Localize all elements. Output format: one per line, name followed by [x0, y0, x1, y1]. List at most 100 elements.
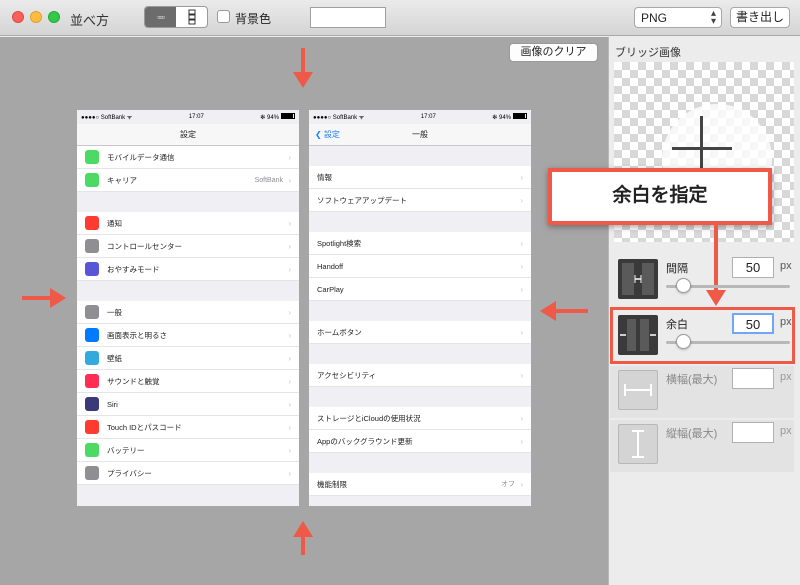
- setting-icon: [85, 173, 99, 187]
- spacing-unit: px: [780, 260, 792, 272]
- general-group-4: アクセシビリティ ›: [309, 364, 531, 387]
- chevron-right-icon: ›: [288, 468, 291, 478]
- vertical-layout-icon: [188, 9, 195, 25]
- close-window-button[interactable]: [12, 11, 24, 23]
- settings-row-label: コントロールセンター: [107, 241, 182, 251]
- settings-row: Handoff ›: [309, 255, 531, 278]
- settings-row: モバイルデータ通信 ›: [77, 146, 299, 169]
- setting-icon: [85, 216, 99, 230]
- screenshot-settings: ●●●●○ SoftBank ᯤ 17:07 ✻ 94% 設定 モバイルデータ通…: [77, 110, 299, 506]
- settings-row: ホームボタン ›: [309, 321, 531, 344]
- vertical-layout-button[interactable]: [176, 7, 207, 27]
- chevron-right-icon: ›: [288, 264, 291, 274]
- general-group-1: 情報 › ソフトウェアアップデート ›: [309, 166, 531, 212]
- max-width-unit: px: [780, 371, 792, 383]
- setting-icon: [85, 328, 99, 342]
- settings-row: 機能制限 オフ ›: [309, 473, 531, 496]
- general-group-5: ストレージとiCloudの使用状況 › Appのバックグラウンド更新 ›: [309, 407, 531, 453]
- settings-row-label: Spotlight検索: [317, 238, 362, 248]
- settings-row-label: サウンドと触覚: [107, 376, 160, 386]
- settings-row-label: おやすみモード: [107, 264, 160, 274]
- time-label: 17:07: [420, 114, 436, 120]
- chevron-right-icon: ›: [520, 195, 523, 205]
- setting-icon: [85, 466, 99, 480]
- layout-segmented-control[interactable]: ▫▫▫: [144, 6, 208, 28]
- max-width-label: 横幅(最大): [666, 374, 718, 386]
- background-color-checkbox[interactable]: [217, 10, 230, 23]
- settings-row-value: SoftBank: [254, 176, 283, 184]
- settings-row: サウンドと触覚 ›: [77, 370, 299, 393]
- setting-icon: [85, 397, 99, 411]
- setting-icon: [85, 420, 99, 434]
- setting-icon: [85, 374, 99, 388]
- settings-row-label: 通知: [107, 218, 122, 228]
- setting-icon: [85, 150, 99, 164]
- chevron-right-icon: ›: [520, 172, 523, 182]
- settings-row-label: プライバシー: [107, 468, 152, 478]
- chevron-right-icon: ›: [288, 399, 291, 409]
- settings-row-label: 壁紙: [107, 353, 122, 363]
- settings-group-notifications: 通知 › コントロールセンター › おやすみモード ›: [77, 212, 299, 281]
- clear-images-button[interactable]: 画像のクリア: [509, 43, 598, 62]
- chevron-right-icon: ›: [288, 307, 291, 317]
- settings-row: Spotlight検索 ›: [309, 232, 531, 255]
- nav-title: 設定: [180, 130, 196, 139]
- settings-row-label: CarPlay: [317, 284, 344, 294]
- settings-row-label: 機能制限: [317, 479, 347, 489]
- maximize-window-button[interactable]: [48, 11, 60, 23]
- settings-row: ソフトウェアアップデート ›: [309, 189, 531, 212]
- status-bar: ●●●●○ SoftBank ᯤ 17:07 ✻ 94%: [309, 110, 531, 124]
- max-height-input[interactable]: [732, 422, 774, 443]
- settings-row-label: 画面表示と明るさ: [107, 330, 167, 340]
- background-color-label: 背景色: [235, 12, 272, 26]
- nav-bar: 設定: [77, 124, 299, 146]
- max-width-input[interactable]: [732, 368, 774, 389]
- settings-row: コントロールセンター ›: [77, 235, 299, 258]
- setting-icon: [85, 305, 99, 319]
- spacing-slider-knob[interactable]: [676, 278, 692, 293]
- margin-highlight-box: [610, 307, 795, 364]
- settings-row: プライバシー ›: [77, 462, 299, 485]
- back-link: ❮ 設定: [315, 130, 340, 139]
- window-title: 並べ方: [70, 13, 110, 28]
- background-color-field[interactable]: [310, 7, 386, 28]
- format-select-value: PNG: [641, 11, 668, 25]
- chevron-right-icon: ›: [520, 284, 523, 294]
- spacing-input[interactable]: 50: [732, 257, 774, 278]
- horizontal-layout-button[interactable]: ▫▫▫: [145, 7, 176, 27]
- general-group-6: 機能制限 オフ ›: [309, 473, 531, 496]
- title-bar: 並べ方 ▫▫▫ 背景色 PNG ▴ ▾ 書き出し: [0, 0, 800, 36]
- plus-icon: [700, 116, 703, 176]
- spacing-label: 間隔: [666, 263, 688, 275]
- carrier-label: ●●●●○ SoftBank ᯤ: [313, 115, 365, 121]
- settings-row: CarPlay ›: [309, 278, 531, 301]
- minimize-window-button[interactable]: [30, 11, 42, 23]
- settings-row-label: Siri: [107, 399, 118, 409]
- settings-row: キャリア SoftBank ›: [77, 169, 299, 192]
- chevron-right-icon: ›: [288, 175, 291, 185]
- max-height-param: 縦幅(最大) px: [610, 420, 794, 472]
- settings-row: Siri ›: [77, 393, 299, 416]
- export-button[interactable]: 書き出し: [730, 7, 790, 28]
- chevron-right-icon: ›: [520, 413, 523, 423]
- settings-row-label: アクセシビリティ: [317, 370, 377, 380]
- spacing-icon: [618, 259, 658, 299]
- settings-row-label: バッテリー: [107, 445, 145, 455]
- general-group-2: Spotlight検索 › Handoff › CarPlay ›: [309, 232, 531, 301]
- max-width-param: 横幅(最大) px: [610, 366, 794, 418]
- settings-row-label: 一般: [107, 307, 122, 317]
- settings-row-label: Appのバックグラウンド更新: [317, 436, 413, 446]
- settings-row-label: Handoff: [317, 261, 344, 271]
- nav-bar: ❮ 設定 一般: [309, 124, 531, 146]
- settings-row: アクセシビリティ ›: [309, 364, 531, 387]
- settings-row-label: ストレージとiCloudの使用状況: [317, 413, 421, 423]
- settings-group-general: 一般 › 画面表示と明るさ › 壁紙 › サウンドと触覚 › Siri › Touch IDとパスコ…: [77, 301, 299, 485]
- general-group-3: ホームボタン ›: [309, 321, 531, 344]
- format-select[interactable]: PNG ▴ ▾: [634, 7, 722, 28]
- settings-row: Appのバックグラウンド更新 ›: [309, 430, 531, 453]
- settings-row-label: Touch IDとパスコード: [107, 422, 182, 432]
- chevron-right-icon: ›: [288, 241, 291, 251]
- setting-icon: [85, 443, 99, 457]
- chevron-right-icon: ›: [288, 218, 291, 228]
- setting-icon: [85, 351, 99, 365]
